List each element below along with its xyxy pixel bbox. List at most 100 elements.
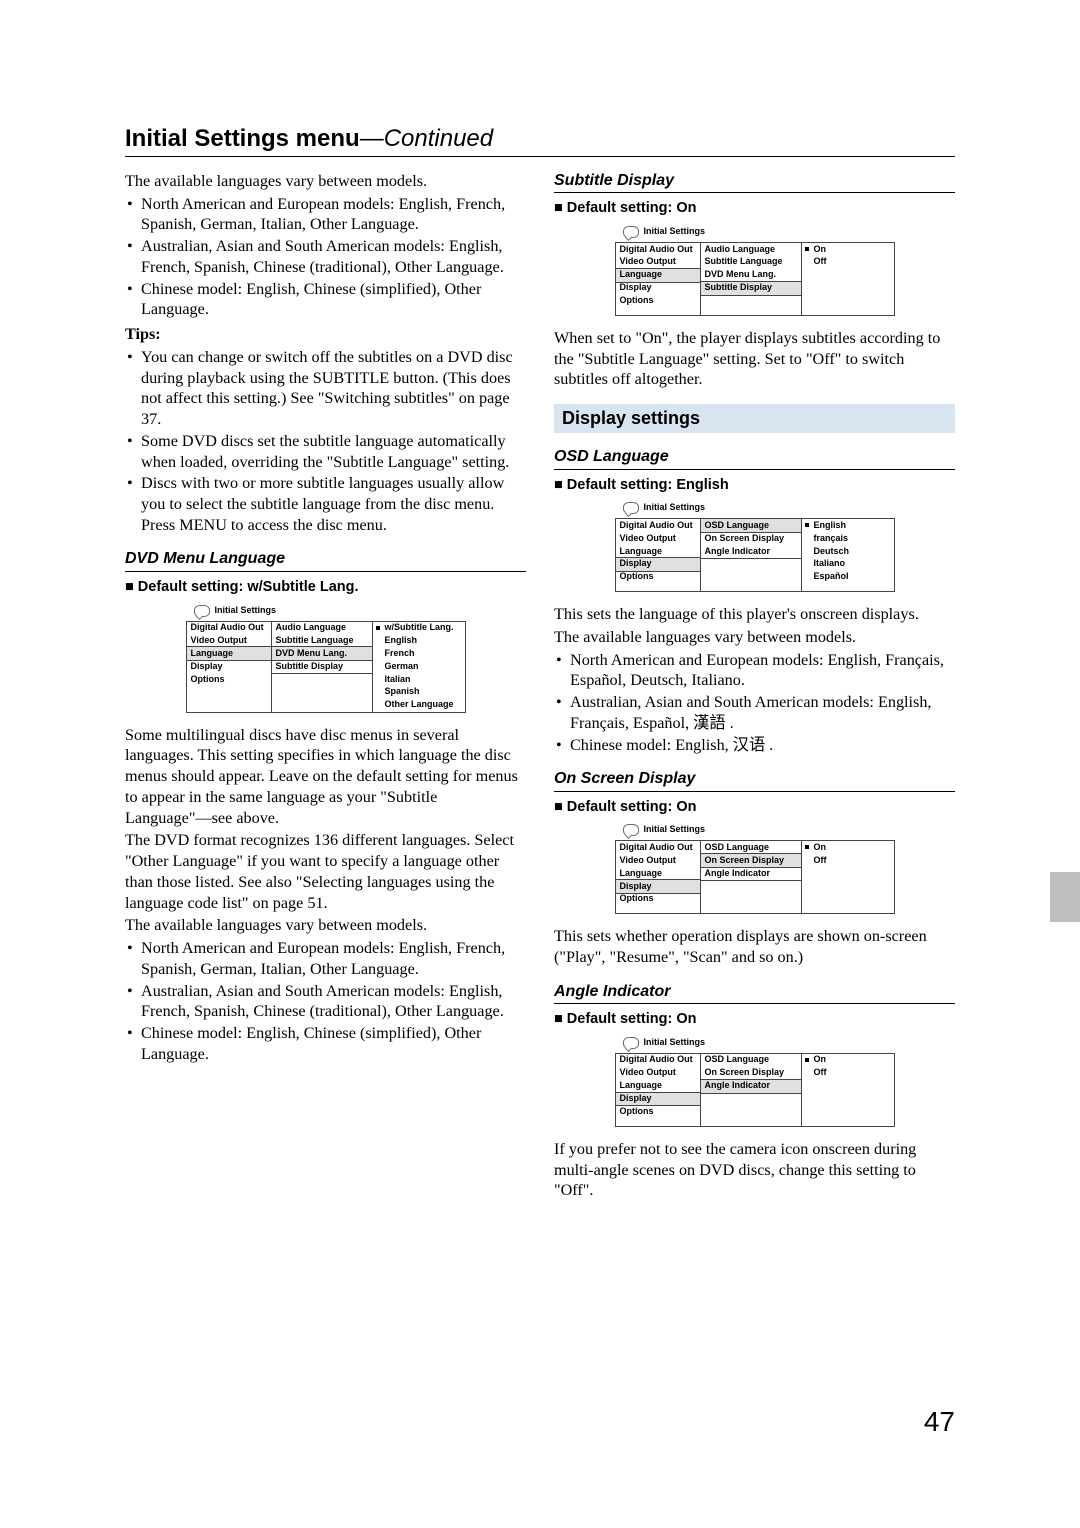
bubble-icon: [623, 226, 639, 238]
screen-title: Initial Settings: [623, 1037, 895, 1049]
nav-item-selected: Display: [616, 880, 700, 893]
screen-title: Initial Settings: [194, 605, 466, 617]
body-text: Some multilingual discs have disc menus …: [125, 725, 526, 829]
submenu-item: Subtitle Display: [272, 660, 372, 673]
option-item: Other Language: [373, 699, 465, 712]
submenu-item: Audio Language: [701, 243, 801, 256]
tips-label: Tips:: [125, 324, 526, 345]
list-item: Discs with two or more subtitle language…: [141, 473, 526, 535]
nav-item: Digital Audio Out: [187, 622, 271, 635]
left-column: The available languages vary between mod…: [125, 171, 526, 1203]
page-title: Initial Settings menu—Continued: [125, 125, 955, 157]
nav-item-selected: Display: [616, 558, 700, 571]
nav-item: Options: [616, 571, 700, 584]
submenu-item: DVD Menu Lang.: [701, 269, 801, 282]
nav-item: Language: [616, 867, 700, 880]
option-item: French: [373, 647, 465, 660]
submenu-item-selected: Angle Indicator: [701, 1080, 801, 1093]
nav-item: Display: [616, 282, 700, 295]
list-item: Some DVD discs set the subtitle language…: [141, 431, 526, 472]
option-item-selected: English: [802, 519, 894, 532]
submenu-item: Subtitle Language: [701, 256, 801, 269]
list-item: Australian, Asian and South American mod…: [570, 692, 955, 733]
nav-item-selected: Display: [616, 1093, 700, 1106]
bubble-icon: [194, 605, 210, 617]
submenu-item: On Screen Display: [701, 1067, 801, 1080]
body-text: The DVD format recognizes 136 different …: [125, 830, 526, 913]
nav-item: Digital Audio Out: [616, 841, 700, 854]
nav-item: Display: [187, 660, 271, 673]
bubble-icon: [623, 824, 639, 836]
option-item-selected: On: [802, 243, 894, 256]
default-setting: Default setting: On: [554, 199, 955, 218]
option-item-selected: On: [802, 841, 894, 854]
menu-screenshot-on-screen-display: Initial Settings Digital Audio Out Video…: [615, 824, 895, 914]
submenu-item-selected: Subtitle Display: [701, 282, 801, 295]
option-item: Off: [802, 854, 894, 867]
nav-item: Digital Audio Out: [616, 519, 700, 532]
intro-text: The available languages vary between mod…: [125, 171, 526, 192]
menu-screenshot-angle-indicator: Initial Settings Digital Audio Out Video…: [615, 1037, 895, 1127]
option-item: Deutsch: [802, 545, 894, 558]
nav-item: Video Output: [187, 634, 271, 647]
screen-title: Initial Settings: [623, 502, 895, 514]
list-item: North American and European models: Engl…: [570, 650, 955, 691]
bubble-icon: [623, 502, 639, 514]
list-item: Chinese model: English, Chinese (simplif…: [141, 279, 526, 320]
list-item: North American and European models: Engl…: [141, 194, 526, 235]
thumb-tab: [1050, 872, 1080, 922]
screen-title: Initial Settings: [623, 226, 895, 238]
nav-item: Video Output: [616, 532, 700, 545]
submenu-item-selected: OSD Language: [701, 519, 801, 532]
option-item: Off: [802, 1067, 894, 1080]
subtitle-display-heading: Subtitle Display: [554, 171, 955, 193]
default-setting: Default setting: w/Subtitle Lang.: [125, 578, 526, 597]
right-column: Subtitle Display Default setting: On Ini…: [554, 171, 955, 1203]
submenu-item-selected: DVD Menu Lang.: [272, 647, 372, 660]
option-item-selected: w/Subtitle Lang.: [373, 622, 465, 635]
nav-item: Digital Audio Out: [616, 243, 700, 256]
title-main: Initial Settings menu: [125, 125, 360, 152]
list-item: North American and European models: Engl…: [141, 938, 526, 979]
option-item: Off: [802, 256, 894, 269]
option-item: Spanish: [373, 686, 465, 699]
angle-indicator-heading: Angle Indicator: [554, 982, 955, 1004]
nav-item: Options: [616, 893, 700, 906]
submenu-item: OSD Language: [701, 841, 801, 854]
option-item: English: [373, 634, 465, 647]
body-text: This sets whether operation displays are…: [554, 926, 955, 967]
model-list: North American and European models: Engl…: [554, 650, 955, 756]
nav-item-selected: Language: [187, 647, 271, 660]
body-text: When set to "On", the player displays su…: [554, 328, 955, 390]
tips-list: You can change or switch off the subtitl…: [125, 347, 526, 536]
nav-item: Video Output: [616, 854, 700, 867]
list-item: Australian, Asian and South American mod…: [141, 236, 526, 277]
list-item: Chinese model: English, 汉语 .: [570, 735, 955, 756]
model-list: North American and European models: Engl…: [125, 938, 526, 1064]
submenu-item: On Screen Display: [701, 532, 801, 545]
nav-item: Video Output: [616, 1067, 700, 1080]
option-item: Español: [802, 571, 894, 584]
body-text: If you prefer not to see the camera icon…: [554, 1139, 955, 1201]
option-item-selected: On: [802, 1054, 894, 1067]
on-screen-display-heading: On Screen Display: [554, 769, 955, 791]
dvd-menu-language-heading: DVD Menu Language: [125, 549, 526, 571]
title-continued: —Continued: [360, 125, 493, 152]
list-item: Australian, Asian and South American mod…: [141, 981, 526, 1022]
menu-screenshot-osd-language: Initial Settings Digital Audio Out Video…: [615, 502, 895, 592]
body-text: The available languages vary between mod…: [554, 627, 955, 648]
body-text: This sets the language of this player's …: [554, 604, 955, 625]
default-setting: Default setting: On: [554, 798, 955, 817]
nav-item-selected: Language: [616, 269, 700, 282]
nav-item: Video Output: [616, 256, 700, 269]
model-list: North American and European models: Engl…: [125, 194, 526, 320]
submenu-item-selected: On Screen Display: [701, 854, 801, 867]
bubble-icon: [623, 1037, 639, 1049]
default-setting: Default setting: English: [554, 476, 955, 495]
page-number: 47: [924, 1406, 955, 1438]
option-item: German: [373, 660, 465, 673]
default-setting: Default setting: On: [554, 1010, 955, 1029]
osd-language-heading: OSD Language: [554, 447, 955, 469]
list-item: Chinese model: English, Chinese (simplif…: [141, 1023, 526, 1064]
nav-item: Options: [616, 1105, 700, 1118]
